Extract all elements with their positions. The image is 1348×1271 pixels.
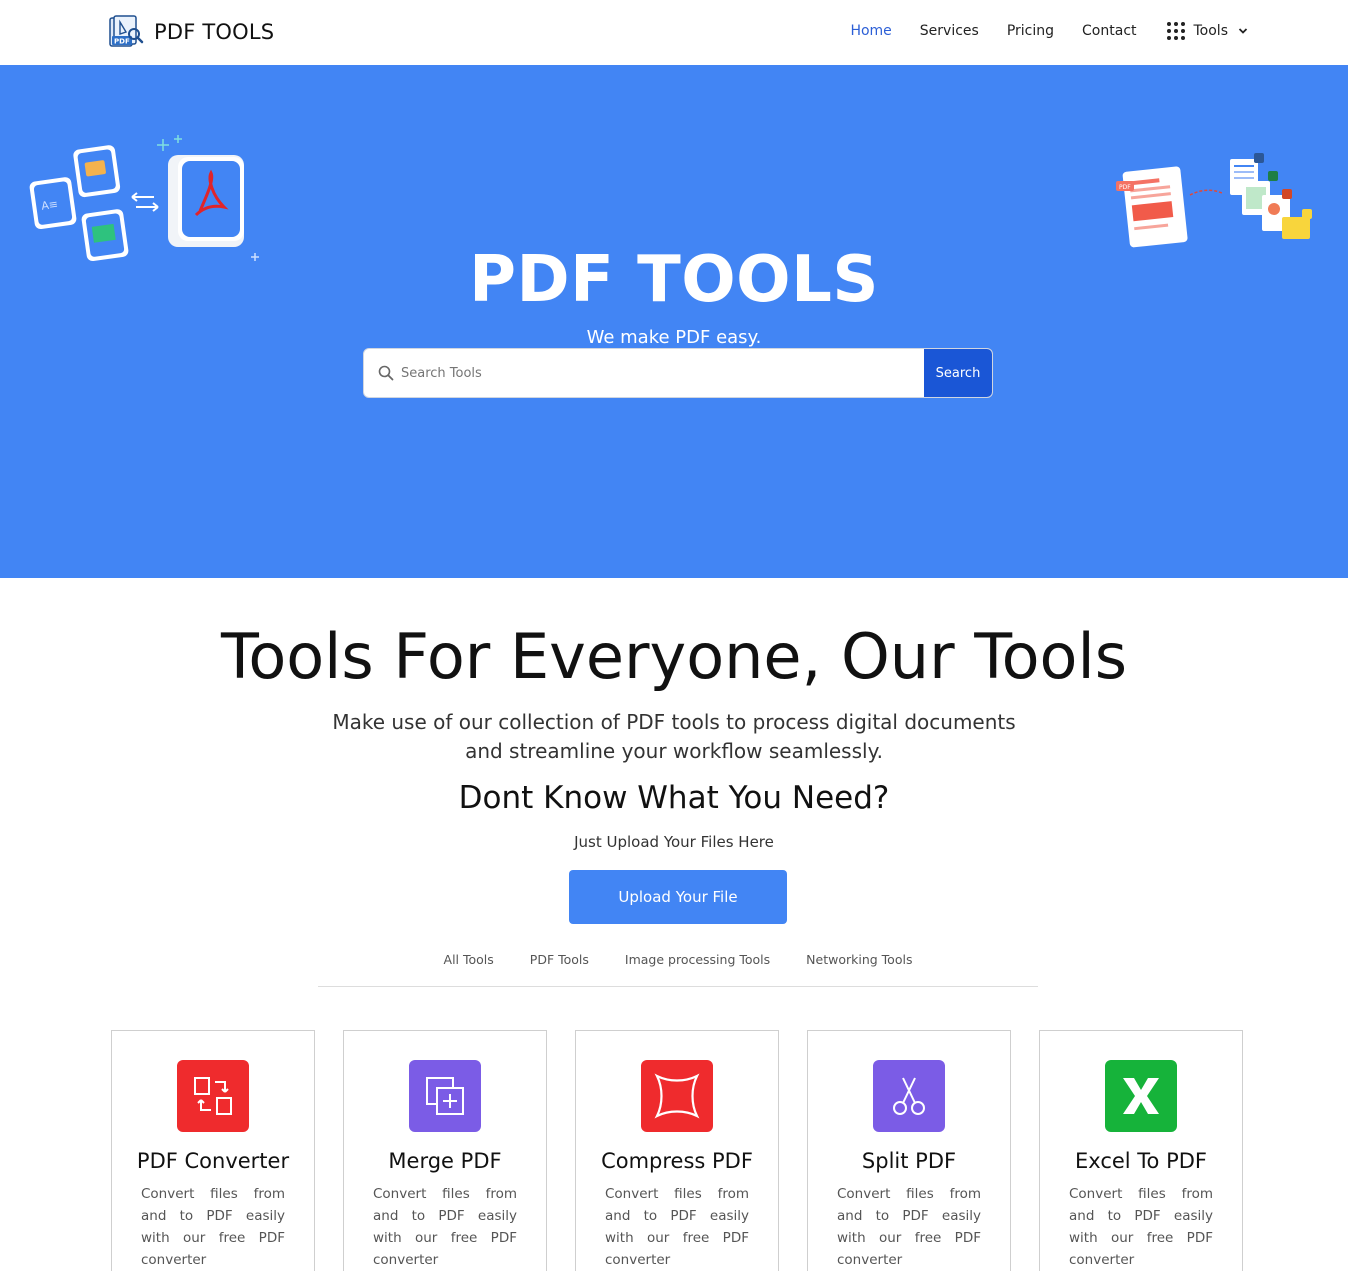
merge-icon [409,1060,481,1132]
tab-pdf-tools[interactable]: PDF Tools [530,952,589,986]
logo-text: PDF TOOLS [154,20,275,44]
search-bar: Search [363,348,993,398]
card-title: Split PDF [861,1149,957,1173]
need-subtitle: Just Upload Your Files Here [574,833,774,851]
search-icon [364,349,400,397]
need-title: Dont Know What You Need? [458,780,890,816]
tab-image-processing-tools[interactable]: Image processing Tools [625,952,770,986]
logo[interactable]: PDF PDF TOOLS [108,14,274,50]
tool-card-pdf-converter[interactable]: PDF Converter Convert files from and to … [111,1030,315,1271]
tab-all-tools[interactable]: All Tools [444,952,494,986]
section-description: Make use of our collection of PDF tools … [332,710,1016,763]
site-header: PDF PDF TOOLS Home Services Pricing Cont… [0,0,1348,65]
tool-card-split-pdf[interactable]: Split PDF Convert files from and to PDF … [807,1030,1011,1271]
tab-networking-tools[interactable]: Networking Tools [806,952,912,986]
svg-text:PDF: PDF [114,38,130,46]
card-description: Convert files from and to PDF easily wit… [605,1186,749,1268]
compress-icon [641,1060,713,1132]
convert-icon [177,1060,249,1132]
card-description: Convert files from and to PDF easily wit… [1069,1186,1213,1268]
svg-text:A≡: A≡ [40,198,58,213]
tool-card-excel-to-pdf[interactable]: Excel To PDF Convert files from and to P… [1039,1030,1243,1271]
upload-file-button[interactable]: Upload Your File [569,870,787,924]
card-title: Merge PDF [388,1149,502,1173]
nav-contact[interactable]: Contact [1082,23,1136,39]
section-title: Tools For Everyone, Our Tools [220,620,1128,693]
svg-text:PDF: PDF [1119,184,1131,191]
card-title: Compress PDF [601,1149,753,1173]
pdf-logo-icon: PDF [108,14,144,50]
hero-banner: A≡ PDF PDF TOOLS We make PDF easy. Searc… [0,65,1348,578]
tool-category-tabs: All Tools PDF Tools Image processing Too… [318,952,1038,987]
nav-home[interactable]: Home [850,23,891,39]
hero-title: PDF TOOLS [469,243,879,317]
card-description: Convert files from and to PDF easily wit… [141,1186,285,1268]
tools-dropdown-label: Tools [1193,23,1229,39]
scissors-icon [873,1060,945,1132]
chevron-down-icon [1238,28,1248,34]
tool-card-compress-pdf[interactable]: Compress PDF Convert files from and to P… [575,1030,779,1271]
search-button[interactable]: Search [924,349,992,397]
grid-icon [1166,22,1185,40]
card-title: PDF Converter [136,1149,290,1173]
card-description: Convert files from and to PDF easily wit… [373,1186,517,1268]
excel-icon [1105,1060,1177,1132]
tools-dropdown[interactable]: Tools [1166,22,1249,40]
search-input[interactable] [400,349,924,397]
nav-services[interactable]: Services [920,23,979,39]
card-description: Convert files from and to PDF easily wit… [837,1186,981,1268]
hero-subtitle: We make PDF easy. [586,327,762,348]
tool-card-merge-pdf[interactable]: Merge PDF Convert files from and to PDF … [343,1030,547,1271]
card-title: Excel To PDF [1075,1149,1207,1173]
tool-cards: PDF Converter Convert files from and to … [111,1030,1243,1271]
nav-pricing[interactable]: Pricing [1007,23,1054,39]
main-nav: Home Services Pricing Contact Tools [822,22,1248,40]
